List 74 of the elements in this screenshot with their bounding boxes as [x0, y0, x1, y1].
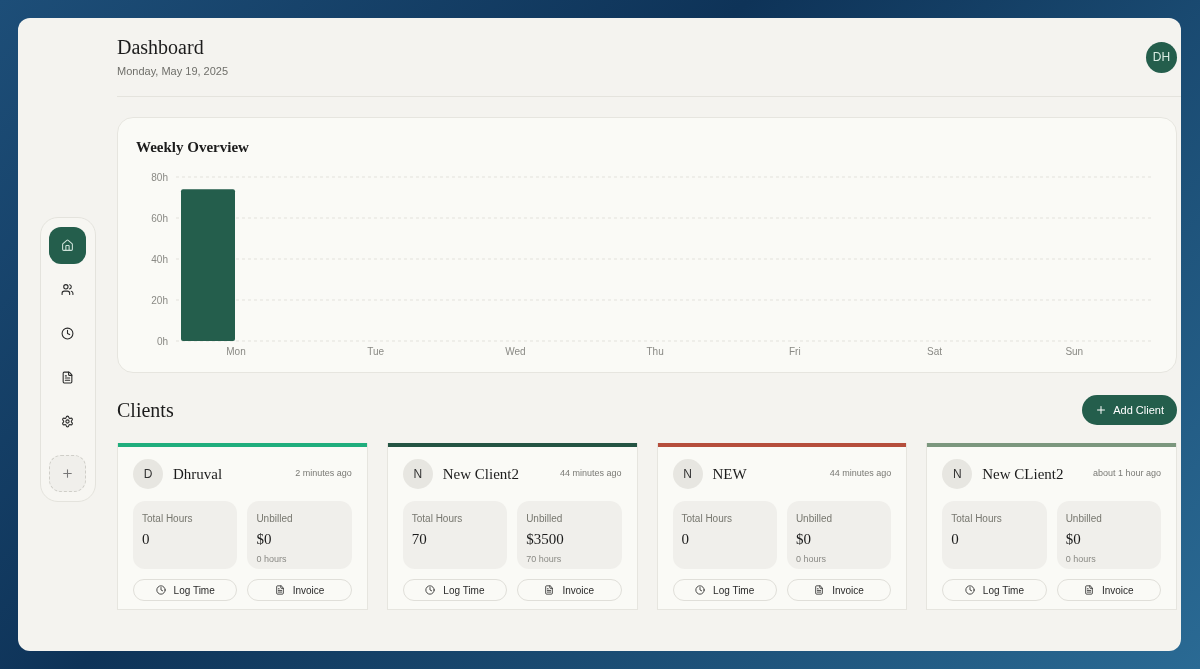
action-button[interactable]: Log Time — [402, 579, 508, 601]
document-icon — [544, 585, 555, 595]
stat-note: 0 hours — [795, 552, 826, 566]
action-button[interactable]: Log Time — [133, 579, 238, 601]
axis-label: 40h — [151, 253, 168, 265]
action-button[interactable]: Log Time — [942, 579, 1047, 601]
action-button[interactable]: Invoice — [786, 579, 892, 601]
settings-icon — [61, 415, 74, 428]
updated-time: about 1 hour ago — [1092, 467, 1161, 481]
user-avatar[interactable]: DH — [1146, 41, 1177, 73]
clock-icon — [61, 327, 74, 340]
stat-value: $0 — [1065, 530, 1081, 549]
stat-label: Unbilled — [795, 512, 832, 526]
page-title: Dashboard — [117, 34, 205, 59]
stat-value: 0 — [951, 530, 959, 549]
stat-note: 70 hours — [526, 552, 562, 566]
axis-label: Sun — [1065, 345, 1084, 357]
clock-icon — [695, 585, 706, 595]
client-name: Dhruval — [173, 464, 223, 484]
stat-note: 0 hours — [256, 552, 287, 566]
stat-value: $3500 — [526, 530, 564, 549]
stat-label: Total Hours — [951, 512, 1002, 526]
axis-label: Sat — [927, 345, 943, 357]
stat-value: 0 — [142, 530, 150, 549]
stat-value: $0 — [795, 530, 811, 549]
clock-icon — [425, 585, 436, 595]
plus-icon — [61, 467, 74, 480]
client-avatar: N — [672, 459, 703, 489]
updated-time: 44 minutes ago — [829, 467, 892, 481]
client-name: New CLient2 — [982, 464, 1064, 484]
client-name: NEW — [712, 464, 747, 484]
client-name: New Client2 — [442, 464, 519, 484]
axis-label: 60h — [151, 212, 168, 224]
stat-label: Total Hours — [142, 512, 193, 526]
stat-label: Unbilled — [1065, 512, 1102, 526]
document-icon — [274, 585, 285, 595]
clock-icon — [964, 585, 975, 595]
axis-label: Thu — [646, 345, 664, 357]
axis-label: Tue — [367, 345, 385, 357]
document-icon — [61, 371, 74, 384]
add-client-button[interactable]: Add Client — [1082, 395, 1177, 425]
stat-value: 70 — [411, 530, 427, 549]
document-icon — [814, 585, 825, 595]
updated-time: 44 minutes ago — [559, 467, 622, 481]
updated-time: 2 minutes ago — [295, 467, 352, 481]
stat-value: $0 — [256, 530, 272, 549]
client-avatar: N — [942, 459, 973, 489]
axis-label: Fri — [789, 345, 801, 357]
axis-label: 80h — [151, 171, 168, 183]
date-text: Monday, May 19, 2025 — [117, 63, 229, 79]
plus-icon — [1095, 404, 1108, 416]
users-icon — [61, 283, 74, 296]
card-title: Weekly Overview — [136, 138, 250, 157]
client-avatar: N — [402, 459, 433, 489]
section-title: Clients — [117, 398, 174, 423]
stat-note: 0 hours — [1065, 552, 1096, 566]
stat-label: Unbilled — [526, 512, 563, 526]
stat-label: Total Hours — [411, 512, 463, 526]
client-avatar: D — [133, 459, 163, 489]
action-button[interactable]: Log Time — [672, 579, 777, 601]
nav-button[interactable] — [49, 227, 86, 264]
stat-value: 0 — [681, 530, 689, 549]
home-icon — [61, 239, 74, 252]
stat-label: Total Hours — [681, 512, 733, 526]
action-button[interactable]: Invoice — [1056, 579, 1161, 601]
clock-icon — [155, 585, 166, 595]
stat-label: Unbilled — [256, 512, 293, 526]
document-icon — [1083, 585, 1094, 595]
axis-label: Wed — [505, 345, 526, 357]
axis-label: 20h — [151, 294, 168, 306]
action-button[interactable]: Invoice — [517, 579, 622, 601]
axis-label: Mon — [226, 345, 246, 357]
axis-label: 0h — [156, 335, 168, 347]
action-button[interactable]: Invoice — [247, 579, 352, 601]
